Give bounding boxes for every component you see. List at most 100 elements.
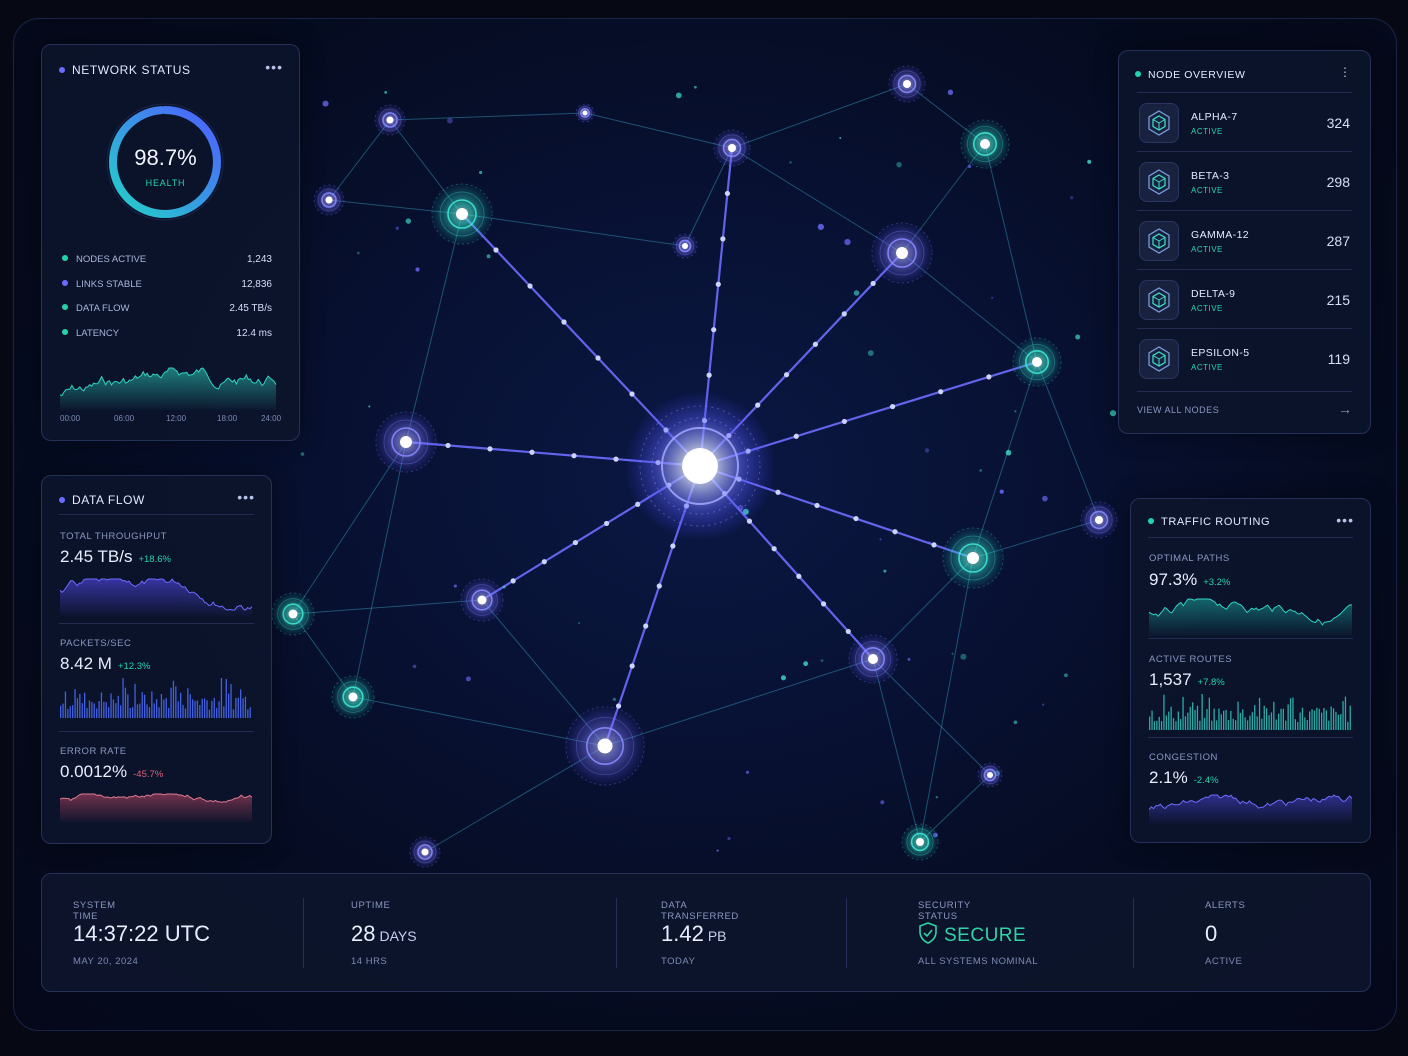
spark-bar	[1168, 711, 1170, 730]
spark-bar	[1323, 708, 1325, 730]
network-link	[292, 599, 483, 615]
spark-bar	[132, 707, 134, 718]
spark-bar	[1213, 708, 1215, 730]
spark-bar	[60, 705, 62, 718]
view-all-nodes-link[interactable]: VIEW ALL NODES	[1137, 405, 1219, 415]
star-dot	[675, 92, 682, 99]
node-row[interactable]: DELTA-9 ACTIVE 215	[1137, 269, 1352, 328]
spark-bar	[1292, 697, 1294, 730]
spark-bar	[1270, 712, 1273, 730]
network-node	[374, 410, 438, 474]
metric-label: ACTIVE ROUTES	[1149, 654, 1233, 665]
spark-bar	[1313, 710, 1316, 730]
packet-dot	[986, 374, 992, 380]
packet-dot	[783, 372, 790, 378]
star-dot	[967, 164, 972, 169]
stat-dot	[62, 255, 68, 261]
network-node	[1079, 500, 1119, 540]
spark-bar	[1344, 696, 1347, 730]
more-dots-icon[interactable]: •••	[237, 489, 255, 505]
spark-bar	[1239, 712, 1242, 730]
spark-bar	[1301, 707, 1304, 730]
packet-dot	[771, 546, 777, 552]
packet-dot	[629, 391, 635, 397]
spark-bar	[232, 709, 235, 718]
metric-delta: -45.7%	[133, 769, 164, 780]
spark-bar	[156, 699, 158, 718]
security-value-row: SECURE	[918, 922, 1026, 947]
network-node	[374, 104, 406, 136]
star-dot	[867, 350, 874, 356]
spark-bar	[62, 703, 64, 718]
star-dot	[405, 218, 412, 224]
packet-dot	[845, 628, 851, 635]
packet-dot	[793, 433, 799, 439]
star-dot	[357, 251, 360, 255]
spark-bar	[88, 700, 91, 718]
metric-delta: +7.8%	[1197, 677, 1225, 688]
spark-bar	[112, 699, 115, 718]
spark-bar	[136, 704, 139, 718]
star-dot	[465, 676, 471, 682]
cell-label: DATA TRANSFERRED	[661, 900, 739, 922]
spark-bar	[1294, 719, 1296, 730]
more-dots-icon[interactable]: •••	[1336, 512, 1354, 528]
packet-dot	[755, 402, 761, 408]
spark-bar	[1254, 705, 1256, 730]
divider	[59, 514, 254, 515]
packet-dot	[603, 520, 610, 527]
more-dots-icon[interactable]: •••	[265, 59, 283, 75]
node-row[interactable]: EPSILON-5 ACTIVE 119	[1137, 328, 1352, 387]
star-dot	[727, 836, 731, 841]
spark-bar	[1287, 704, 1289, 730]
spark-bar	[1192, 702, 1194, 730]
packet-dot	[814, 502, 820, 509]
cube-hex-icon	[1139, 162, 1179, 202]
spark-bar	[177, 701, 179, 718]
node-row[interactable]: ALPHA-7 ACTIVE 324	[1137, 92, 1352, 151]
metric-value: 2.1%	[1149, 768, 1188, 787]
packet-dot	[561, 319, 567, 325]
spark-bar	[122, 678, 124, 718]
metric-delta: +12.3%	[117, 661, 151, 672]
spark-bar	[81, 703, 83, 718]
spark-bar	[103, 701, 105, 718]
spark-bar	[1266, 708, 1268, 730]
packet-dot	[720, 236, 726, 242]
spark-bar	[76, 698, 79, 718]
node-name: ALPHA-7	[1191, 111, 1238, 123]
metric-value-row: 2.1% -2.4%	[1149, 768, 1219, 788]
node-row[interactable]: BETA-3 ACTIVE 298	[1137, 151, 1352, 210]
network-link	[461, 213, 686, 247]
metric-value-row: 0.0012% -45.7%	[60, 762, 163, 782]
packet-dot	[487, 446, 493, 452]
tick-label: 24:00	[261, 414, 282, 423]
star-dot	[1014, 410, 1017, 413]
metric-value-row: 2.45 TB/s +18.6%	[60, 547, 171, 567]
spark-bar	[1275, 719, 1277, 730]
network-node	[959, 118, 1011, 170]
node-value: 324	[1326, 115, 1350, 131]
node-overview-panel: NODE OVERVIEW ⋮ ALPHA-7 ACTIVE 324 BETA-3 AC…	[1118, 50, 1371, 434]
spark-bar	[69, 706, 71, 718]
spark-bar	[1196, 705, 1199, 730]
spark-bar	[172, 680, 175, 718]
star-dot	[300, 452, 305, 456]
divider	[303, 898, 304, 968]
spark-bar	[1232, 718, 1234, 730]
divider	[846, 898, 847, 968]
panel-title: TRAFFIC ROUTING	[1148, 516, 1270, 528]
more-vertical-icon[interactable]: ⋮	[1339, 65, 1352, 79]
arrow-right-icon[interactable]: →	[1338, 401, 1352, 417]
spark-bar	[230, 684, 232, 718]
cell-sub: MAY 20, 2024	[73, 956, 139, 967]
tick-label: 12:00	[166, 414, 187, 423]
status-dot	[1135, 71, 1141, 77]
spark-bar	[1180, 719, 1182, 730]
node-row[interactable]: GAMMA-12 ACTIVE 287	[1137, 210, 1352, 269]
spark-bar	[160, 694, 163, 718]
spark-bar	[98, 701, 100, 718]
cube-hex-icon	[1139, 221, 1179, 261]
spark-bar	[1206, 709, 1208, 730]
spark-bar	[120, 705, 122, 718]
